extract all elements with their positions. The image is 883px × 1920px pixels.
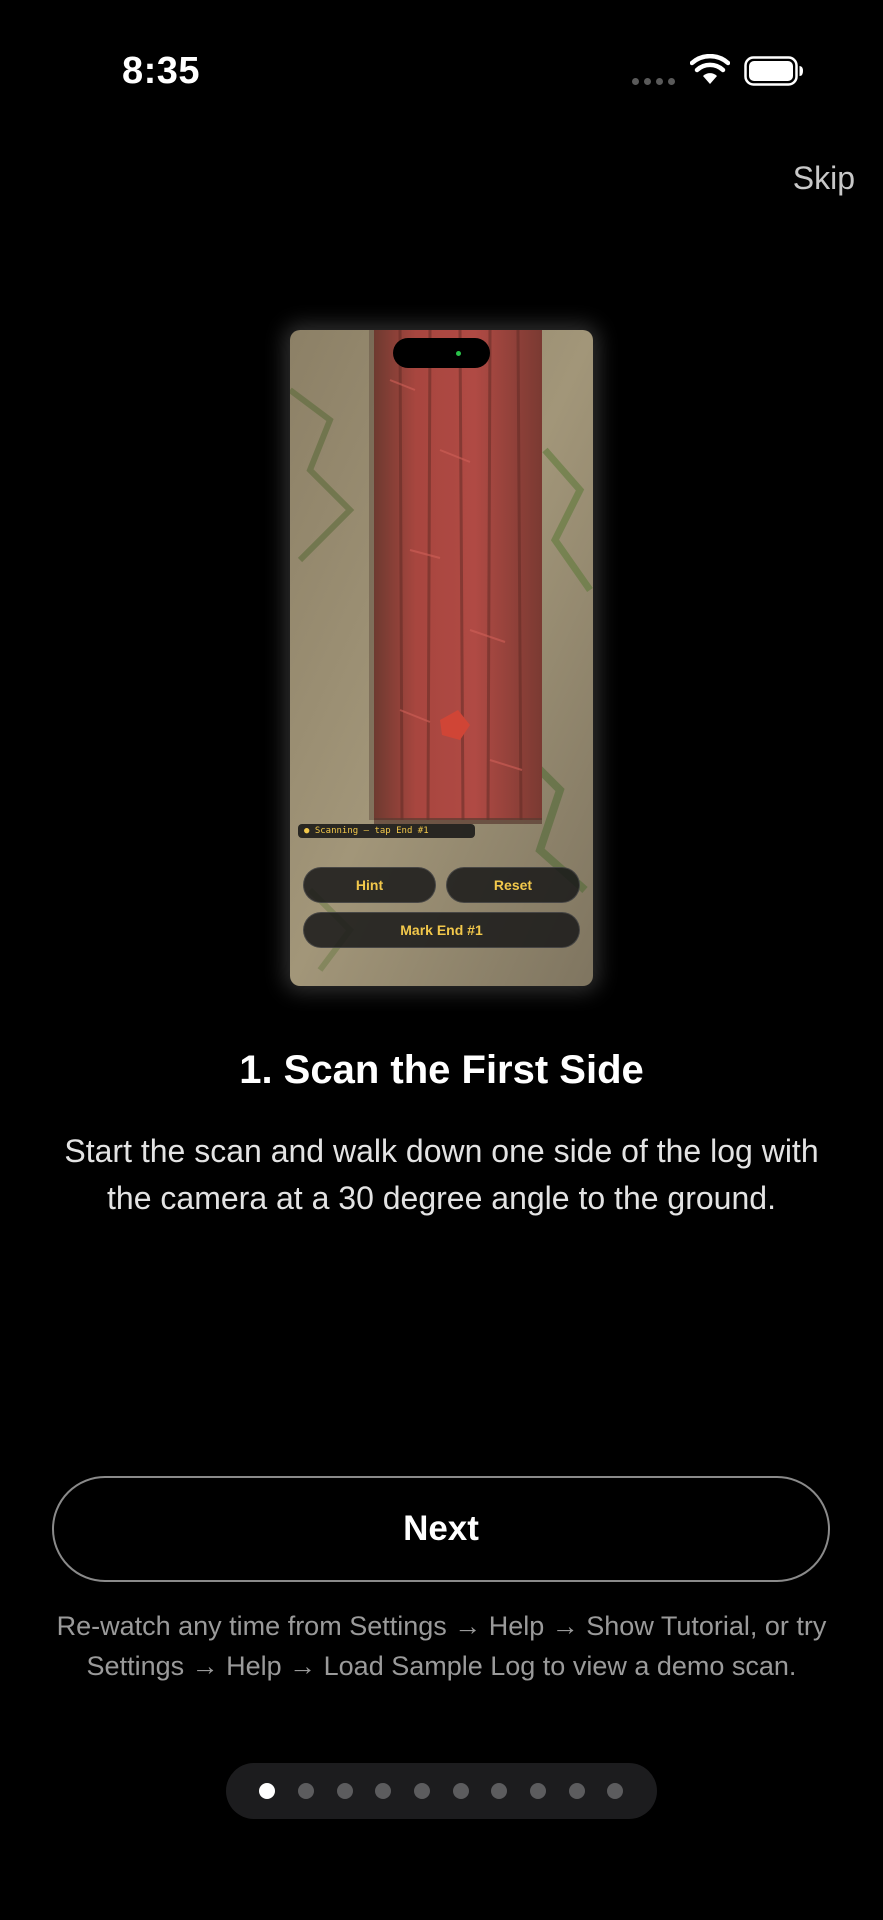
page-dot[interactable] bbox=[530, 1783, 546, 1799]
page-description: Start the scan and walk down one side of… bbox=[64, 1133, 819, 1216]
page-dot[interactable] bbox=[298, 1783, 314, 1799]
preview-mark-end-button: Mark End #1 bbox=[303, 912, 580, 948]
skip-button[interactable]: Skip bbox=[793, 160, 855, 197]
wifi-icon bbox=[690, 54, 730, 84]
next-button[interactable]: Next bbox=[52, 1476, 830, 1582]
page-dot[interactable] bbox=[569, 1783, 585, 1799]
tutorial-preview-image: ● Scanning — tap End #1 Hint Reset Mark … bbox=[290, 330, 593, 986]
camera-indicator-dot bbox=[456, 351, 461, 356]
page-dot[interactable] bbox=[491, 1783, 507, 1799]
preview-reset-button: Reset bbox=[446, 867, 580, 903]
scan-status-label: ● Scanning — tap End #1 bbox=[298, 824, 475, 838]
page-dot[interactable] bbox=[607, 1783, 623, 1799]
status-time: 8:35 bbox=[122, 50, 201, 92]
status-bar: 8:35 bbox=[0, 0, 883, 140]
page-indicator[interactable] bbox=[226, 1763, 657, 1819]
page-dot[interactable] bbox=[337, 1783, 353, 1799]
page-title: 1. Scan the First Side bbox=[239, 1048, 644, 1092]
page-dot[interactable] bbox=[375, 1783, 391, 1799]
signal-dots-icon bbox=[632, 78, 676, 86]
battery-icon bbox=[744, 56, 803, 86]
page-dot[interactable] bbox=[414, 1783, 430, 1799]
page-dot[interactable] bbox=[453, 1783, 469, 1799]
page-dot[interactable] bbox=[259, 1783, 275, 1799]
dynamic-island bbox=[393, 338, 490, 368]
preview-hint-button: Hint bbox=[303, 867, 436, 903]
footer-note: Re-watch any time from Settings → Help →… bbox=[56, 1611, 827, 1681]
